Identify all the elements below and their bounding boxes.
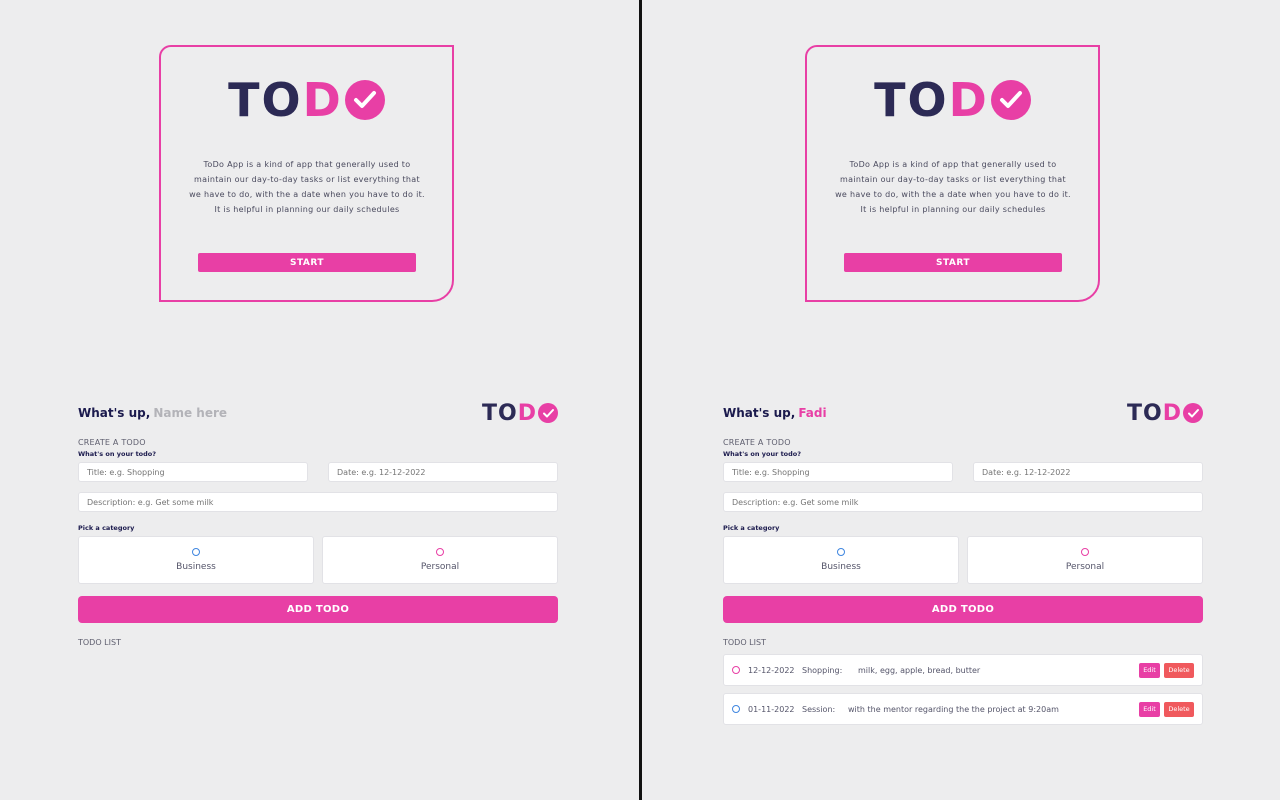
todo-status-radio[interactable] bbox=[732, 666, 740, 674]
check-icon bbox=[538, 403, 558, 423]
category-personal[interactable]: Personal bbox=[967, 536, 1203, 584]
greeting: What's up, Name here bbox=[78, 406, 227, 420]
category-business[interactable]: Business bbox=[723, 536, 959, 584]
start-button[interactable]: START bbox=[198, 253, 416, 272]
app-description: ToDo App is a kind of app that generally… bbox=[189, 160, 425, 214]
delete-button[interactable]: Delete bbox=[1164, 701, 1194, 717]
todo-logo: TO D bbox=[161, 73, 452, 127]
todo-logo-small: TO D bbox=[482, 401, 558, 426]
user-name: Fadi bbox=[798, 406, 827, 420]
check-icon bbox=[1183, 403, 1203, 423]
category-business[interactable]: Business bbox=[78, 536, 314, 584]
category-label: Business bbox=[821, 562, 861, 572]
pick-category-label: Pick a category bbox=[723, 524, 780, 532]
create-todo-title: CREATE A TODO bbox=[723, 438, 791, 447]
edit-button[interactable]: Edit bbox=[1139, 701, 1160, 717]
check-icon bbox=[990, 80, 1031, 120]
title-date-row bbox=[723, 462, 1203, 482]
whats-on-label: What's on your todo? bbox=[78, 450, 157, 458]
description-input[interactable] bbox=[723, 492, 1203, 512]
personal-radio[interactable] bbox=[436, 548, 444, 556]
add-todo-button[interactable]: ADD TODO bbox=[78, 596, 558, 623]
todo-list-title: TODO LIST bbox=[78, 638, 121, 647]
business-radio[interactable] bbox=[192, 548, 200, 556]
left-panel: TO D ToDo App is a kind of app that gener… bbox=[0, 0, 639, 800]
category-label: Personal bbox=[1065, 562, 1105, 572]
logo-d-text: D bbox=[517, 400, 537, 426]
date-input[interactable] bbox=[973, 462, 1203, 482]
todo-title: Session: bbox=[802, 704, 836, 714]
date-input[interactable] bbox=[328, 462, 558, 482]
todo-item: 01-11-2022 Session: with the mentor rega… bbox=[723, 693, 1203, 725]
todo-item: 12-12-2022 Shopping: milk, egg, apple, b… bbox=[723, 654, 1203, 686]
logo-d-text: D bbox=[1162, 400, 1182, 426]
category-label: Business bbox=[176, 562, 216, 572]
logo-to-text: TO bbox=[482, 400, 518, 426]
greeting-text: What's up, bbox=[723, 406, 796, 420]
create-todo-title: CREATE A TODO bbox=[78, 438, 146, 447]
logo-d-text: D bbox=[302, 73, 343, 127]
greeting-text: What's up, bbox=[78, 406, 151, 420]
splash-card: TO D ToDo App is a kind of app that gener… bbox=[159, 45, 454, 302]
todo-list-title: TODO LIST bbox=[723, 638, 766, 647]
logo-d-text: D bbox=[948, 73, 989, 127]
todo-content: milk, egg, apple, bread, butter bbox=[858, 665, 981, 675]
title-date-row bbox=[78, 462, 558, 482]
todo-status-radio[interactable] bbox=[732, 705, 740, 713]
edit-button[interactable]: Edit bbox=[1139, 662, 1160, 678]
todo-content: with the mentor regarding the the projec… bbox=[848, 704, 1059, 714]
whats-on-label: What's on your todo? bbox=[723, 450, 802, 458]
todo-logo-small: TO D bbox=[1127, 401, 1203, 426]
add-todo-button[interactable]: ADD TODO bbox=[723, 596, 1203, 623]
delete-button[interactable]: Delete bbox=[1164, 662, 1194, 678]
greeting: What's up, Fadi bbox=[723, 406, 827, 420]
title-input[interactable] bbox=[78, 462, 308, 482]
splash-card: TO D ToDo App is a kind of app that gener… bbox=[805, 45, 1100, 302]
todo-form: What's up, Name here TO D CREATE A TODO Wh… bbox=[78, 400, 558, 647]
category-label: Personal bbox=[420, 562, 460, 572]
personal-radio[interactable] bbox=[1081, 548, 1089, 556]
form-header: What's up, Fadi TO D bbox=[723, 400, 1203, 426]
title-input[interactable] bbox=[723, 462, 953, 482]
category-options: Business Personal bbox=[78, 536, 558, 584]
todo-date: 12-12-2022 bbox=[748, 665, 795, 675]
logo-to-text: TO bbox=[1127, 400, 1163, 426]
category-personal[interactable]: Personal bbox=[322, 536, 558, 584]
form-header: What's up, Name here TO D bbox=[78, 400, 558, 426]
category-options: Business Personal bbox=[723, 536, 1203, 584]
pick-category-label: Pick a category bbox=[78, 524, 135, 532]
todo-title: Shopping: bbox=[802, 665, 843, 675]
start-button[interactable]: START bbox=[844, 253, 1062, 272]
todo-date: 01-11-2022 bbox=[748, 704, 795, 714]
business-radio[interactable] bbox=[837, 548, 845, 556]
todo-logo: TO D bbox=[807, 73, 1098, 127]
user-name: Name here bbox=[153, 406, 228, 420]
check-icon bbox=[344, 80, 385, 120]
logo-to-text: TO bbox=[874, 73, 949, 127]
description-input[interactable] bbox=[78, 492, 558, 512]
logo-to-text: TO bbox=[228, 73, 303, 127]
todo-form: What's up, Fadi TO D CREATE A TODO What's … bbox=[723, 400, 1203, 725]
app-description: ToDo App is a kind of app that generally… bbox=[835, 160, 1071, 214]
right-panel: TO D ToDo App is a kind of app that gener… bbox=[642, 0, 1280, 800]
